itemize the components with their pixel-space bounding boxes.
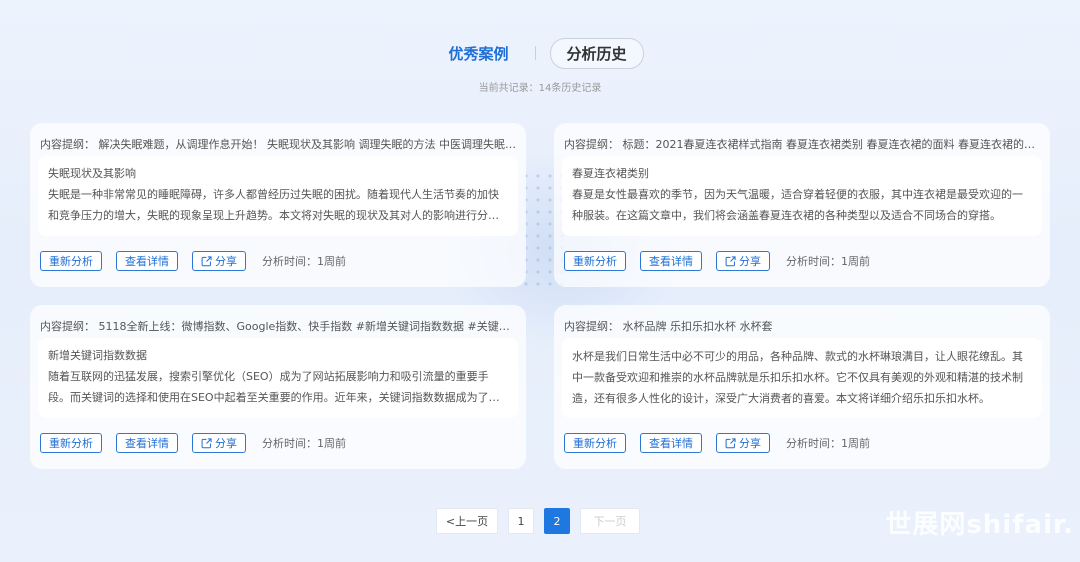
view-details-button[interactable]: 查看详情 (116, 251, 178, 271)
card-actions: 重新分析 查看详情 分享 分析时间：1周前 (40, 433, 346, 453)
card-outline: 内容提纲： 水杯品牌 乐扣乐扣水杯 水杯套 (564, 320, 773, 333)
watermark: 世展网shifair. (885, 510, 1074, 540)
case-card: 内容提纲： 水杯品牌 乐扣乐扣水杯 水杯套 水杯是我们日常生活中必不可少的用品，… (554, 305, 1050, 469)
card-title: 春夏连衣裙类别 (572, 167, 649, 180)
share-label: 分享 (215, 255, 237, 268)
page-button-2-current[interactable]: 2 (544, 508, 570, 534)
card-title: 失眠现状及其影响 (48, 167, 136, 180)
card-outline: 内容提纲： 5118全新上线：微博指数、Google指数、快手指数 #新增关键词… (40, 320, 516, 333)
analysis-time: 分析时间：1周前 (786, 437, 870, 450)
next-page-button-disabled: 下一页 (580, 508, 640, 534)
share-icon (725, 437, 736, 448)
page-button-1[interactable]: 1 (508, 508, 534, 534)
analysis-time: 分析时间：1周前 (262, 255, 346, 268)
card-body: 水杯是我们日常生活中必不可少的用品，各种品牌、款式的水杯琳琅满目，让人眼花缭乱。… (562, 338, 1042, 418)
record-count: 当前共记录：14条历史记录 (478, 83, 602, 94)
card-text: 随着互联网的迅猛发展，搜索引擎优化（SEO）成为了网站拓展影响力和吸引流量的重要… (48, 370, 500, 404)
card-outline: 内容提纲： 标题：2021春夏连衣裙样式指南 春夏连衣裙类别 春夏连衣裙的面料 … (564, 138, 1040, 151)
case-card: 内容提纲： 解决失眠难题，从调理作息开始！ 失眠现状及其影响 调理失眠的方法 中… (30, 123, 526, 287)
prev-page-button[interactable]: <上一页 (436, 508, 498, 534)
case-card: 内容提纲： 标题：2021春夏连衣裙样式指南 春夏连衣裙类别 春夏连衣裙的面料 … (554, 123, 1050, 287)
card-body: 失眠现状及其影响 失眠是一种非常常见的睡眠障碍，许多人都曾经历过失眠的困扰。随着… (38, 156, 518, 236)
view-details-button[interactable]: 查看详情 (640, 251, 702, 271)
card-actions: 重新分析 查看详情 分享 分析时间：1周前 (40, 251, 346, 271)
card-title: 新增关键词指数数据 (48, 349, 147, 362)
share-button[interactable]: 分享 (192, 433, 246, 453)
analysis-time: 分析时间：1周前 (786, 255, 870, 268)
share-label: 分享 (739, 437, 761, 450)
share-label: 分享 (215, 437, 237, 450)
view-details-button[interactable]: 查看详情 (640, 433, 702, 453)
share-button[interactable]: 分享 (192, 251, 246, 271)
card-body: 春夏连衣裙类别 春夏是女性最喜欢的季节，因为天气温暖，适合穿着轻便的衣服，其中连… (562, 156, 1042, 236)
card-text: 水杯是我们日常生活中必不可少的用品，各种品牌、款式的水杯琳琅满目，让人眼花缭乱。… (572, 350, 1023, 405)
card-body: 新增关键词指数数据 随着互联网的迅猛发展，搜索引擎优化（SEO）成为了网站拓展影… (38, 338, 518, 418)
card-text: 失眠是一种非常常见的睡眠障碍，许多人都曾经历过失眠的困扰。随着现代人生活节奏的加… (48, 188, 499, 222)
share-icon (201, 437, 212, 448)
share-button[interactable]: 分享 (716, 251, 770, 271)
card-actions: 重新分析 查看详情 分享 分析时间：1周前 (564, 251, 870, 271)
tab-analysis-history[interactable]: 分析历史 (549, 37, 644, 69)
pagination: <上一页 1 2 下一页 (436, 508, 650, 534)
tab-bar: 优秀案例 分析历史 (0, 37, 1080, 69)
view-details-button[interactable]: 查看详情 (116, 433, 178, 453)
share-label: 分享 (739, 255, 761, 268)
case-card: 内容提纲： 5118全新上线：微博指数、Google指数、快手指数 #新增关键词… (30, 305, 526, 469)
share-button[interactable]: 分享 (716, 433, 770, 453)
reanalyze-button[interactable]: 重新分析 (564, 433, 626, 453)
share-icon (201, 255, 212, 266)
card-outline: 内容提纲： 解决失眠难题，从调理作息开始！ 失眠现状及其影响 调理失眠的方法 中… (40, 138, 516, 151)
card-text: 春夏是女性最喜欢的季节，因为天气温暖，适合穿着轻便的衣服，其中连衣裙是最受欢迎的… (572, 188, 1023, 222)
card-actions: 重新分析 查看详情 分享 分析时间：1周前 (564, 433, 870, 453)
reanalyze-button[interactable]: 重新分析 (40, 251, 102, 271)
reanalyze-button[interactable]: 重新分析 (40, 433, 102, 453)
analysis-time: 分析时间：1周前 (262, 437, 346, 450)
tab-divider (534, 46, 536, 60)
reanalyze-button[interactable]: 重新分析 (564, 251, 626, 271)
share-icon (725, 255, 736, 266)
tab-excellent-cases[interactable]: 优秀案例 (436, 43, 520, 64)
